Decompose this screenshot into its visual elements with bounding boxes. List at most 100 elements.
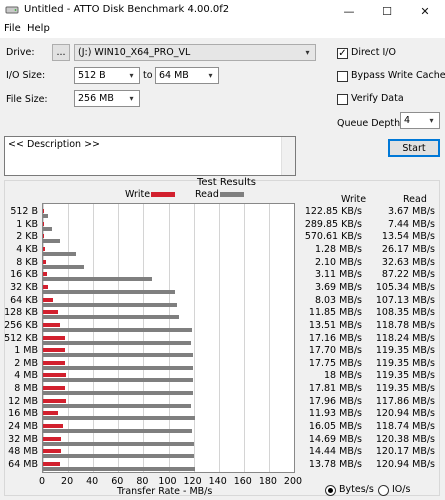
write-value: 3.69 MB/s: [314, 281, 362, 293]
maximize-button[interactable]: ☐: [368, 0, 406, 22]
io-size-tick-label: 16 MB: [8, 408, 38, 420]
write-value: 14.44 MB/s: [308, 446, 362, 458]
io-size-tick-label: 512 B: [10, 206, 38, 217]
write-value: 18 MB/s: [324, 370, 362, 382]
read-bar: [43, 416, 195, 421]
io-size-tick-label: 48 MB: [8, 446, 38, 458]
queue-depth-select[interactable]: 4 ▾: [400, 112, 440, 129]
read-value: 120.38 MB/s: [375, 433, 435, 445]
read-value: 3.67 MB/s: [387, 206, 435, 217]
read-bar: [43, 264, 84, 269]
to-label: to: [143, 70, 153, 81]
read-value: 118.24 MB/s: [375, 332, 435, 344]
io-size-tick-label: 1 KB: [16, 218, 38, 230]
write-column-header: Write: [341, 194, 367, 205]
read-bar: [43, 454, 194, 459]
x-axis-label: Transfer Rate - MB/s: [117, 486, 213, 497]
write-bar: [43, 272, 47, 277]
read-bar: [43, 429, 193, 434]
read-bar: [43, 226, 53, 231]
read-value: 108.35 MB/s: [375, 307, 435, 319]
checkmark-icon: ✓: [338, 47, 347, 59]
io-size-tick-label: 8 MB: [14, 383, 38, 395]
description-text: << Description >>: [8, 139, 100, 150]
close-button[interactable]: ✕: [406, 0, 444, 22]
io-size-from-select[interactable]: 512 B ▾: [74, 67, 140, 84]
description-box[interactable]: << Description >>: [4, 136, 296, 176]
read-value: 120.17 MB/s: [375, 446, 435, 458]
write-value: 122.85 KB/s: [304, 206, 362, 217]
read-bar: [43, 340, 192, 345]
write-value: 17.96 MB/s: [308, 395, 362, 407]
gridline: [244, 204, 245, 472]
io-size-tick-label: 4 MB: [14, 370, 38, 382]
io-size-tick-label: 256 KB: [4, 319, 38, 331]
write-value: 17.16 MB/s: [308, 332, 362, 344]
io-size-tick-label: 2 KB: [16, 231, 38, 243]
read-value: 105.34 MB/s: [375, 281, 435, 293]
drive-select-value: (J:) WIN10_X64_PRO_VL: [78, 47, 191, 58]
menu-help[interactable]: Help: [27, 23, 50, 34]
description-scrollbar[interactable]: [281, 137, 295, 175]
x-tick-label: 0: [38, 476, 46, 487]
write-value: 13.51 MB/s: [308, 319, 362, 331]
window-title: Untitled - ATTO Disk Benchmark 4.00.0f2: [24, 4, 230, 15]
write-bar: [43, 284, 48, 289]
menu-file[interactable]: File: [4, 23, 21, 34]
write-value: 11.93 MB/s: [308, 408, 362, 420]
io-size-tick-label: 24 MB: [8, 421, 38, 433]
read-bar: [43, 214, 48, 218]
bypass-write-cache-checkbox[interactable]: [337, 71, 348, 82]
write-bar: [43, 373, 66, 378]
radio-selected-dot: [328, 488, 333, 493]
read-value: 118.78 MB/s: [375, 319, 435, 331]
write-value: 11.85 MB/s: [308, 307, 362, 319]
direct-io-label: Direct I/O: [351, 47, 396, 58]
minimize-button[interactable]: —: [330, 0, 368, 22]
bytes-per-second-radio[interactable]: [325, 485, 336, 496]
write-value: 17.81 MB/s: [308, 383, 362, 395]
io-size-tick-label: 64 MB: [8, 459, 38, 470]
write-bar: [43, 398, 66, 403]
chevron-down-icon: ▾: [129, 71, 134, 80]
io-size-tick-label: 32 MB: [8, 433, 38, 445]
direct-io-checkbox[interactable]: ✓: [337, 48, 348, 59]
x-tick-label: 40: [86, 476, 99, 487]
read-bar: [43, 251, 76, 256]
io-size-tick-label: 32 KB: [10, 281, 38, 293]
write-value: 16.05 MB/s: [308, 421, 362, 433]
bytes-per-second-label: Bytes/s: [339, 484, 374, 495]
io-size-tick-label: 16 KB: [10, 269, 38, 281]
chevron-down-icon: ▾: [305, 48, 310, 57]
write-bar: [43, 209, 44, 213]
bypass-write-cache-label: Bypass Write Cache: [351, 70, 445, 81]
io-size-to-value: 64 MB: [159, 70, 189, 81]
io-size-tick-label: 1 MB: [14, 345, 38, 357]
read-value: 13.54 MB/s: [381, 231, 435, 243]
read-bar: [43, 277, 153, 282]
drive-select[interactable]: (J:) WIN10_X64_PRO_VL ▾: [74, 44, 316, 61]
x-tick-label: 160: [233, 476, 252, 487]
write-value: 289.85 KB/s: [304, 218, 362, 230]
gridline: [194, 204, 195, 472]
write-value: 3.11 MB/s: [314, 269, 362, 281]
file-size-select[interactable]: 256 MB ▾: [74, 90, 140, 107]
verify-data-checkbox[interactable]: [337, 94, 348, 105]
io-per-second-radio[interactable]: [378, 485, 389, 496]
write-value: 13.78 MB/s: [308, 459, 362, 470]
write-value: 14.69 MB/s: [308, 433, 362, 445]
read-bar: [43, 315, 179, 320]
write-bar: [43, 259, 46, 264]
x-tick-label: 200: [283, 476, 303, 487]
write-value: 17.75 MB/s: [308, 357, 362, 369]
read-bar: [43, 441, 195, 446]
io-size-tick-label: 64 KB: [10, 294, 38, 306]
read-bar: [43, 403, 191, 408]
write-value: 8.03 MB/s: [314, 294, 362, 306]
start-button[interactable]: Start: [388, 139, 440, 157]
io-size-to-select[interactable]: 64 MB ▾: [155, 67, 219, 84]
browse-button[interactable]: ...: [52, 44, 70, 61]
io-per-second-label: IO/s: [392, 484, 411, 495]
write-bar: [43, 449, 62, 454]
file-size-label: File Size:: [6, 94, 48, 105]
